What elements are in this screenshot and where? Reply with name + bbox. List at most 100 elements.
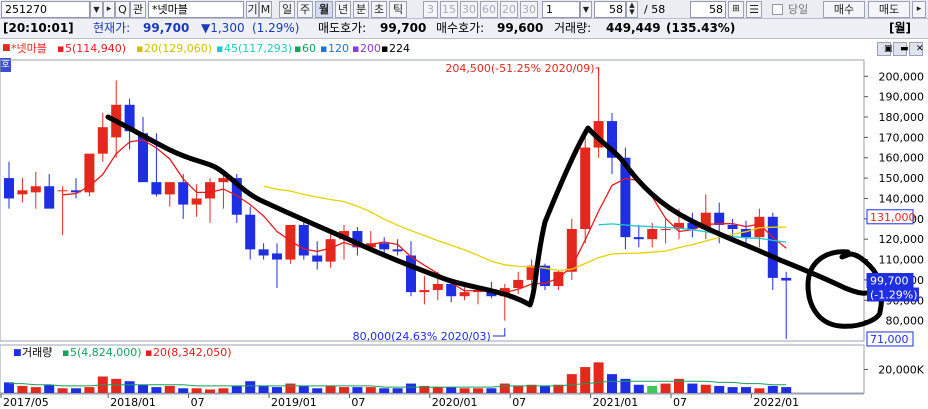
candle-body bbox=[660, 229, 671, 231]
chart-list-button[interactable]: ☰ bbox=[746, 1, 762, 18]
volume-bar bbox=[741, 387, 751, 393]
candle-body bbox=[325, 239, 336, 262]
volume-bar bbox=[647, 385, 658, 393]
candle-body bbox=[258, 249, 269, 256]
volume-bar bbox=[633, 384, 644, 393]
y-tick-label: 110,000 bbox=[879, 254, 925, 267]
chevron-right-icon: ▸ bbox=[916, 4, 922, 14]
gi-button[interactable]: 기 bbox=[246, 1, 259, 18]
volume-bar bbox=[84, 387, 95, 393]
kwan-button[interactable]: 관 bbox=[130, 1, 146, 18]
volume-bar bbox=[781, 387, 792, 393]
volume-bar bbox=[111, 378, 122, 393]
chevron-down-icon: ▼ bbox=[93, 5, 100, 14]
volume-bar bbox=[754, 388, 765, 393]
legend-ma120-marker: ▪ bbox=[320, 42, 328, 55]
chart-minimize-button[interactable]: ▬ bbox=[893, 42, 909, 56]
search-button[interactable]: Q bbox=[115, 1, 130, 18]
stock-code-value: 251270 bbox=[5, 3, 47, 16]
chart-add-button[interactable]: ⊞ bbox=[728, 1, 744, 18]
volume-bar bbox=[164, 385, 175, 393]
high-annotation: 204,500(-51.25% 2020/09) bbox=[445, 62, 594, 75]
period-tab-tick[interactable]: 틱 bbox=[389, 1, 407, 18]
volume-bar bbox=[285, 383, 296, 393]
interval-30b-button[interactable]: 30 bbox=[520, 1, 538, 18]
period-tab-week[interactable]: 주 bbox=[297, 1, 313, 18]
legend-marker-icon: ■ bbox=[2, 43, 11, 53]
x-tick-label: 2018/01 bbox=[110, 396, 156, 409]
candle-body bbox=[218, 178, 229, 183]
chart-close-button[interactable]: ✕ bbox=[909, 42, 924, 56]
chart-settings-button[interactable]: ▣ bbox=[877, 42, 893, 56]
volume-bar bbox=[57, 388, 68, 393]
volume-bar bbox=[700, 384, 711, 393]
count-input[interactable]: 58 bbox=[594, 1, 626, 18]
chevron-down-icon: ▼ bbox=[582, 5, 590, 14]
interval-60-button[interactable]: 60 bbox=[480, 1, 498, 18]
interval-select[interactable]: 1 bbox=[542, 1, 580, 18]
interval-3-button[interactable]: 3 bbox=[423, 1, 438, 18]
volume-bar bbox=[231, 385, 242, 393]
volume-bar bbox=[258, 385, 269, 393]
candle-body bbox=[392, 249, 403, 252]
period-tab-minute[interactable]: 분 bbox=[353, 1, 369, 18]
quote-time: [20:10:01] bbox=[3, 21, 74, 35]
candle-body bbox=[767, 216, 778, 278]
x-tick-label: 2019/01 bbox=[271, 396, 317, 409]
volume-bar bbox=[432, 387, 443, 393]
high-annotation-arrow bbox=[595, 67, 600, 76]
volume-bar bbox=[767, 385, 778, 393]
count-right-input[interactable]: 58 bbox=[690, 1, 726, 18]
volume-bar bbox=[406, 383, 416, 393]
buy-button[interactable]: 매수 bbox=[823, 1, 865, 18]
code-select-button[interactable]: ▸ bbox=[103, 1, 115, 18]
period-tab-month[interactable]: 월 bbox=[315, 1, 333, 18]
toolbar-more-button[interactable]: ▸ bbox=[912, 1, 926, 18]
stock-code-input[interactable]: 251270 bbox=[1, 1, 90, 18]
candle-body bbox=[57, 190, 68, 192]
vol-legend-ma5-marker: ▪ bbox=[62, 346, 70, 359]
volume-bar bbox=[580, 367, 591, 393]
code-dropdown-button[interactable]: ▼ bbox=[90, 1, 103, 18]
period-tab-day[interactable]: 일 bbox=[279, 1, 295, 18]
candle-body bbox=[205, 182, 215, 199]
m-button[interactable]: M bbox=[259, 1, 272, 18]
legend-stock-name: *넷마블 bbox=[11, 42, 47, 55]
sell-button[interactable]: 매도 bbox=[868, 1, 910, 18]
count-spinner[interactable]: ▲ ▼ bbox=[626, 1, 638, 18]
legend-ma45: 45(117,293) bbox=[224, 42, 293, 55]
bid-price: 99,600 bbox=[497, 21, 544, 35]
danil-checkbox[interactable] bbox=[772, 4, 783, 15]
y-tick-label: 120,000 bbox=[879, 233, 925, 246]
candle-body bbox=[151, 182, 162, 195]
period-tab-second[interactable]: 초 bbox=[371, 1, 387, 18]
volume-bar bbox=[486, 388, 497, 393]
interval-dropdown-button[interactable]: ▼ bbox=[580, 1, 592, 18]
plus-doc-icon: ⊞ bbox=[732, 4, 740, 14]
interval-20-button[interactable]: 20 bbox=[500, 1, 518, 18]
stock-name-field[interactable]: *넷마블 bbox=[148, 1, 244, 18]
quote-bar: [20:10:01] 현재가: 99,700 ▼1,300 (1.29%) 매도… bbox=[0, 19, 928, 39]
price-change-pct: (1.29%) bbox=[252, 21, 300, 35]
vol-legend-ma20-marker: ▪ bbox=[145, 346, 153, 359]
y-tick-label: 170,000 bbox=[879, 131, 925, 144]
y-tick-label: 140,000 bbox=[879, 192, 925, 205]
x-tick-label: 2022/01 bbox=[753, 396, 799, 409]
legend-ma5-marker: ▪ bbox=[57, 42, 65, 55]
ask-price: 99,700 bbox=[380, 21, 427, 35]
x-tick-label: 07 bbox=[351, 396, 365, 409]
volume-bar bbox=[151, 387, 162, 393]
candle-body bbox=[178, 182, 189, 205]
interval-15-button[interactable]: 15 bbox=[440, 1, 458, 18]
volume-bar bbox=[191, 388, 202, 393]
count-total: / 58 bbox=[644, 3, 666, 16]
volume-bar bbox=[446, 387, 457, 393]
price-label: 현재가: bbox=[93, 21, 131, 35]
candle-body bbox=[245, 214, 256, 250]
period-tab-year[interactable]: 년 bbox=[335, 1, 351, 18]
interval-30-button[interactable]: 30 bbox=[460, 1, 478, 18]
y-tick-label: 150,000 bbox=[879, 172, 925, 185]
volume-bar bbox=[245, 381, 256, 393]
volume-bar bbox=[365, 387, 376, 393]
volume-bar bbox=[124, 381, 135, 393]
